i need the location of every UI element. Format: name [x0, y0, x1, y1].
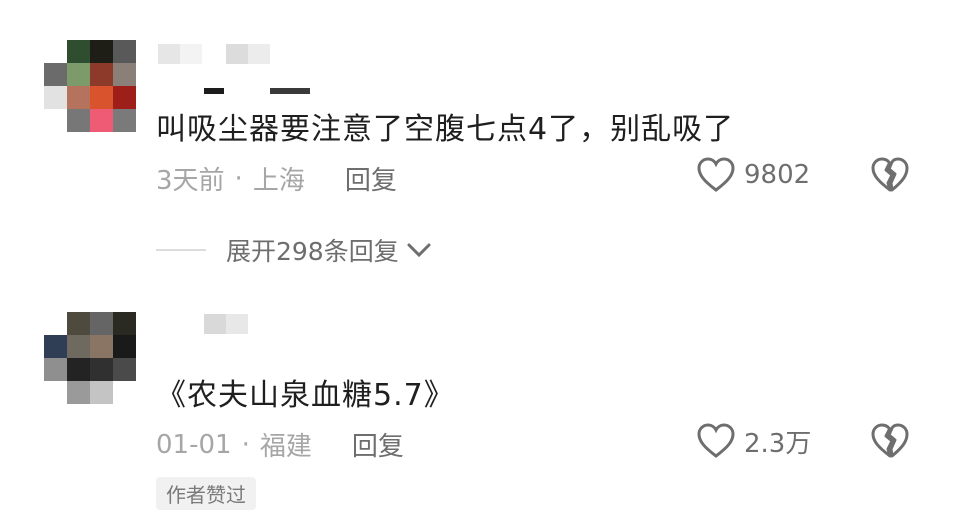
reply-button[interactable]: 回复: [352, 426, 404, 463]
username-blurred-line: [204, 88, 310, 94]
heart-outline-icon: [697, 157, 735, 192]
avatar[interactable]: [44, 312, 136, 404]
like-count: 2.3万: [744, 428, 812, 459]
comment-time: 3天前: [156, 166, 225, 196]
divider: [156, 249, 206, 251]
reply-button[interactable]: 回复: [345, 160, 397, 197]
meta-separator: ·: [241, 429, 250, 460]
comment-text: 《农夫山泉血糖5.7》: [156, 378, 455, 413]
dislike-button[interactable]: [870, 422, 910, 464]
comment-meta: 01-01 · 福建 回复: [156, 426, 404, 463]
username-blurred[interactable]: [158, 44, 270, 64]
comment-item: [0, 290, 960, 516]
heart-outline-icon: [697, 423, 735, 458]
username-blurred[interactable]: [204, 314, 248, 334]
dislike-button[interactable]: [870, 156, 910, 198]
comment-location: 福建: [259, 432, 312, 462]
like-button[interactable]: 9802: [696, 156, 810, 194]
comment-meta: 3天前 · 上海 回复: [156, 160, 397, 197]
avatar[interactable]: [44, 40, 136, 132]
comment-item: 叫吸尘器要注意了空腹七点4了，别乱吸了 3天前 · 上海 回复 9802 展开2…: [0, 0, 960, 290]
like-button[interactable]: 2.3万: [696, 422, 811, 460]
author-liked-badge: 作者赞过: [156, 477, 256, 510]
comment-location: 上海: [252, 166, 305, 196]
meta-separator: ·: [234, 163, 243, 194]
expand-replies-label: 展开298条回复: [226, 237, 399, 266]
chevron-down-icon: [407, 243, 431, 258]
comment-time: 01-01: [156, 429, 232, 460]
comment-text: 叫吸尘器要注意了空腹七点4了，别乱吸了: [156, 112, 735, 147]
expand-replies-button[interactable]: 展开298条回复: [156, 232, 433, 268]
like-count: 9802: [744, 160, 811, 190]
broken-heart-icon: [871, 423, 909, 458]
broken-heart-icon: [871, 157, 909, 192]
